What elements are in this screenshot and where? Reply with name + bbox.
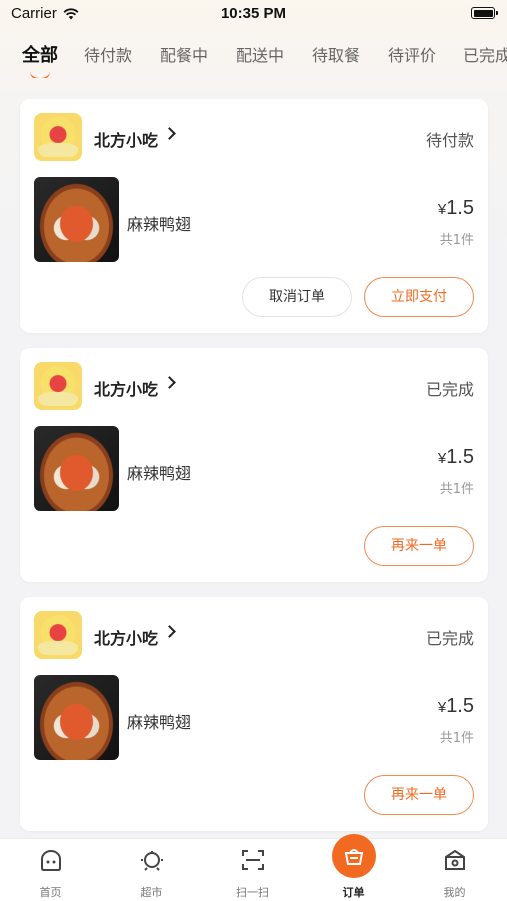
tabbar-item-scan[interactable]: 扫一扫 [202, 839, 303, 901]
shop-logo [34, 362, 82, 410]
currency-symbol: ¥ [437, 201, 447, 218]
active-tab-indicator [30, 68, 50, 78]
item-count: 共1件 [439, 731, 474, 746]
tabbar-item-orders[interactable]: 订单 [303, 834, 404, 901]
order-price: ¥1.5 [438, 197, 474, 220]
dish-image [34, 675, 119, 760]
tab-pending-payment[interactable]: 待付款 [84, 42, 132, 66]
reorder-button[interactable]: 再来一单 [364, 775, 474, 815]
chevron-right-icon[interactable] [163, 376, 176, 389]
order-card[interactable]: 北方小吃 待付款 麻辣鸭翅 ¥1.5 共1件 取消订单 立即支付 [20, 99, 488, 333]
dish-name: 麻辣鸭翅 [127, 464, 192, 483]
tab-completed[interactable]: 已完成 [463, 42, 507, 66]
tabbar-label: 首页 [39, 886, 62, 899]
dish-name: 麻辣鸭翅 [127, 713, 192, 732]
chevron-right-icon[interactable] [163, 625, 176, 638]
price-value: 1.5 [446, 446, 474, 468]
dish-image [34, 426, 119, 511]
order-card[interactable]: 北方小吃 已完成 麻辣鸭翅 ¥1.5 共1件 再来一单 [20, 597, 488, 831]
currency-symbol: ¥ [437, 699, 447, 716]
shop-logo [34, 113, 82, 161]
order-filter-tabs: 全部 待付款 配餐中 配送中 待取餐 待评价 已完成 [0, 38, 507, 78]
cancel-order-button[interactable]: 取消订单 [242, 277, 352, 317]
bottom-tab-bar: 首页 超市 扫一扫 订单 我的 [0, 834, 507, 901]
tab-preparing[interactable]: 配餐中 [160, 42, 208, 66]
orders-icon [341, 845, 367, 867]
tab-all[interactable]: 全部 [22, 41, 58, 67]
tab-to-review[interactable]: 待评价 [388, 42, 436, 66]
clock: 10:35 PM [220, 5, 287, 22]
shop-name[interactable]: 北方小吃 [94, 127, 158, 151]
price-value: 1.5 [446, 695, 474, 717]
home-icon [38, 849, 64, 871]
tab-awaiting-pickup[interactable]: 待取餐 [312, 42, 360, 66]
supermarket-icon [139, 849, 165, 871]
dish-name: 麻辣鸭翅 [127, 215, 192, 234]
profile-icon [442, 849, 468, 871]
item-count: 共1件 [439, 482, 474, 497]
battery-icon [471, 7, 498, 19]
chevron-right-icon[interactable] [163, 127, 176, 140]
order-status: 已完成 [425, 629, 474, 648]
tabbar-item-profile[interactable]: 我的 [404, 839, 505, 901]
order-price: ¥1.5 [438, 695, 474, 718]
price-value: 1.5 [446, 197, 474, 219]
tabbar-label: 我的 [443, 886, 466, 899]
order-status: 已完成 [425, 380, 474, 399]
reorder-button[interactable]: 再来一单 [364, 526, 474, 566]
tabbar-label: 扫一扫 [236, 886, 269, 899]
shop-logo [34, 611, 82, 659]
order-card[interactable]: 北方小吃 已完成 麻辣鸭翅 ¥1.5 共1件 再来一单 [20, 348, 488, 582]
tabbar-item-home[interactable]: 首页 [0, 839, 101, 901]
dish-image [34, 177, 119, 262]
order-status: 待付款 [425, 131, 474, 150]
pay-now-button[interactable]: 立即支付 [364, 277, 474, 317]
order-price: ¥1.5 [438, 446, 474, 469]
status-bar: Carrier 10:35 PM [0, 0, 507, 30]
shop-name[interactable]: 北方小吃 [94, 625, 158, 649]
shop-name[interactable]: 北方小吃 [94, 376, 158, 400]
tab-delivering[interactable]: 配送中 [236, 42, 284, 66]
tabbar-label: 超市 [140, 886, 163, 899]
item-count: 共1件 [439, 233, 474, 248]
currency-symbol: ¥ [437, 450, 447, 467]
scan-icon [240, 849, 266, 871]
tabbar-label: 订单 [342, 886, 365, 899]
tabbar-item-supermarket[interactable]: 超市 [101, 839, 202, 901]
